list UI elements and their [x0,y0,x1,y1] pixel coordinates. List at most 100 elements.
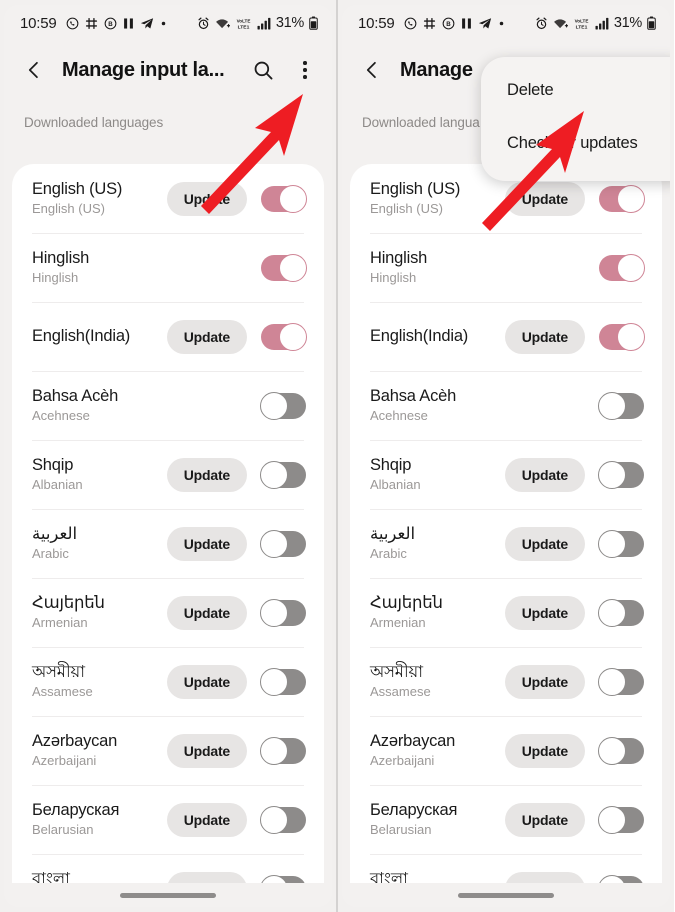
update-button-slot: Update [165,457,261,492]
language-toggle-on[interactable] [261,322,307,351]
language-toggle-on[interactable] [261,184,307,213]
language-toggle-off[interactable] [260,529,306,558]
update-button[interactable]: Update [166,871,247,883]
signal-icon [595,17,609,30]
update-button[interactable]: Update [166,733,247,768]
language-toggle-off[interactable] [598,874,644,883]
update-button[interactable]: Update [504,457,585,492]
language-row[interactable]: Հայերեն Armenian Update [12,578,324,647]
language-row[interactable]: Hinglish Hinglish [350,233,662,302]
language-row-text: Беларуская Belarusian [32,800,165,840]
update-button[interactable]: Update [504,802,585,837]
overflow-menu-popup[interactable]: Delete Check for updates [481,57,670,181]
language-toggle-off[interactable] [598,736,644,765]
language-toggle-on[interactable] [599,253,645,282]
language-row-text: Shqip Albanian [370,455,503,495]
update-button[interactable]: Update [166,457,247,492]
language-row[interactable]: বাংলাBengaliUpdate [12,854,324,883]
search-icon[interactable] [250,57,276,83]
update-button[interactable]: Update [504,595,585,630]
toggle-knob [598,874,626,883]
language-row-text: Hinglish Hinglish [370,248,503,288]
toggle-knob [598,460,626,489]
language-name: Shqip [370,455,412,474]
language-toggle-off[interactable] [260,598,306,627]
language-row[interactable]: Hinglish Hinglish [12,233,324,302]
language-row[interactable]: Bahsa Acèh Acehnese [12,371,324,440]
update-button[interactable]: Update [504,733,585,768]
wifi-icon [553,17,568,30]
language-toggle-off[interactable] [260,874,306,883]
language-row[interactable]: English (US) English (US) Update [12,164,324,233]
update-button[interactable]: Update [504,319,585,354]
language-row[interactable]: Bahsa Acèh Acehnese [350,371,662,440]
language-row[interactable]: English(India) Update [350,302,662,371]
language-row-text: Hinglish Hinglish [32,248,165,288]
language-toggle-off[interactable] [598,667,644,696]
menu-item-delete[interactable]: Delete [481,71,670,110]
update-button[interactable]: Update [166,664,247,699]
language-toggle-off[interactable] [260,391,306,420]
language-toggle-on[interactable] [599,184,645,213]
language-name: Hinglish [32,248,90,267]
language-row-text: Bahsa Acèh Acehnese [370,386,503,426]
language-toggle-off[interactable] [598,598,644,627]
language-row[interactable]: বাংলাBengaliUpdate [350,854,662,883]
language-name: Bahsa Acèh [32,386,119,405]
telegram-icon [140,17,154,30]
language-row[interactable]: Azərbaycan Azerbaijani Update [12,716,324,785]
language-row[interactable]: অসমীয়া Assamese Update [12,647,324,716]
language-subtitle: Assamese [32,684,93,700]
language-name: বাংলা [370,869,408,883]
language-row[interactable]: Беларуская Belarusian Update [12,785,324,854]
menu-item-check-for-updates[interactable]: Check for updates [481,124,670,163]
toggle-knob [598,529,626,558]
update-button[interactable]: Update [166,319,247,354]
language-toggle-off[interactable] [260,460,306,489]
update-button-slot: Update [503,664,599,699]
language-row[interactable]: Azərbaycan Azerbaijani Update [350,716,662,785]
language-toggle-off[interactable] [260,736,306,765]
language-row-text: English(India) [32,326,165,347]
language-toggle-off[interactable] [260,667,306,696]
language-row[interactable]: العربية Arabic Update [350,509,662,578]
update-button[interactable]: Update [504,871,585,883]
language-row[interactable]: Shqip Albanian Update [350,440,662,509]
language-row[interactable]: Беларуская Belarusian Update [350,785,662,854]
home-indicator[interactable] [120,893,216,898]
toggle-knob [279,184,307,213]
update-button[interactable]: Update [166,802,247,837]
language-toggle-off[interactable] [260,805,306,834]
update-button[interactable]: Update [166,181,247,216]
update-button[interactable]: Update [504,181,585,216]
update-button[interactable]: Update [504,664,585,699]
language-name: বাংলা [32,869,70,883]
update-button[interactable]: Update [166,526,247,561]
language-toggle-off[interactable] [598,460,644,489]
language-toggle-on[interactable] [599,322,645,351]
update-button[interactable]: Update [166,595,247,630]
back-chevron-icon[interactable] [360,58,384,82]
language-subtitle: Assamese [370,684,431,700]
language-row[interactable]: English(India) Update [12,302,324,371]
language-row[interactable]: العربية Arabic Update [12,509,324,578]
update-button-slot: Update [165,526,261,561]
update-button-slot: Update [503,802,599,837]
more-vertical-icon[interactable] [292,57,318,83]
language-toggle-on[interactable] [261,253,307,282]
language-name: العربية [370,524,416,543]
language-row[interactable]: Հայերեն Armenian Update [350,578,662,647]
language-toggle-off[interactable] [598,529,644,558]
home-indicator[interactable] [458,893,554,898]
language-toggle-off[interactable] [598,391,644,420]
back-chevron-icon[interactable] [22,58,46,82]
toggle-knob [260,391,288,420]
language-row-text: English (US) English (US) [32,179,165,219]
toggle-knob [617,184,645,213]
language-row[interactable]: Shqip Albanian Update [12,440,324,509]
update-button[interactable]: Update [504,526,585,561]
language-toggle-off[interactable] [598,805,644,834]
language-row[interactable]: অসমীয়া Assamese Update [350,647,662,716]
pause-icon [123,17,134,30]
language-list-right: English (US) English (US) Update Hinglish Hi… [350,164,662,883]
